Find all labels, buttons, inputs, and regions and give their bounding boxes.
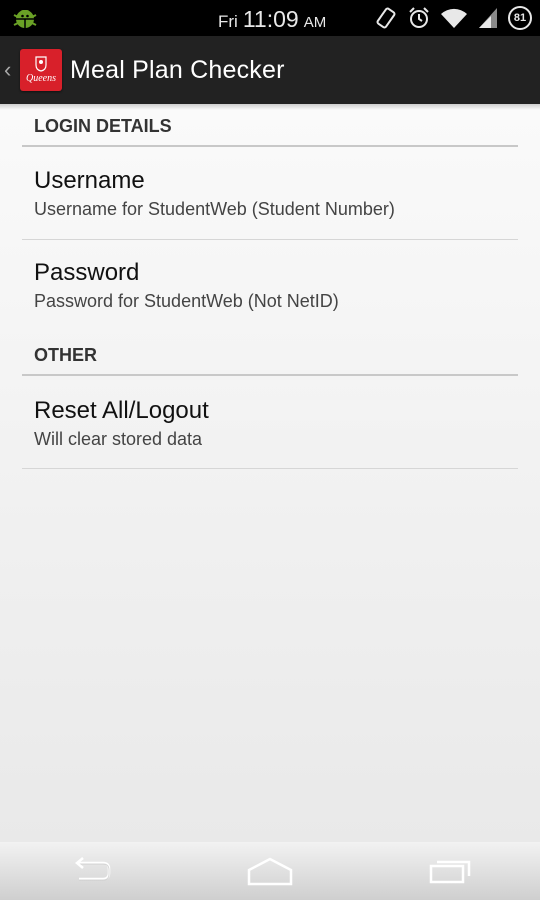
pref-password[interactable]: Password Password for StudentWeb (Not Ne… — [22, 259, 518, 312]
crest-icon — [35, 56, 47, 72]
app-logo[interactable]: Queens — [20, 49, 62, 91]
recents-icon[interactable] — [427, 856, 473, 886]
preferences-screen: LOGIN DETAILS Username Username for Stud… — [0, 104, 540, 842]
up-chevron-icon[interactable]: ‹ — [4, 57, 18, 83]
category-other: OTHER — [22, 345, 518, 366]
home-icon[interactable] — [246, 856, 294, 886]
status-bar: Fri 11:09 AM 81 — [0, 0, 540, 36]
alarm-icon — [409, 7, 429, 28]
rotation-lock-icon — [376, 7, 396, 29]
signal-icon — [479, 8, 497, 28]
back-icon[interactable] — [67, 856, 113, 886]
clock-ampm: AM — [303, 14, 327, 31]
category-title: LOGIN DETAILS — [34, 116, 172, 136]
pref-title: Username — [34, 167, 145, 194]
category-login-details: LOGIN DETAILS — [22, 116, 518, 137]
app-logo-text: Queens — [26, 73, 56, 84]
status-icons: 81 — [374, 5, 532, 31]
action-bar: ‹ Queens Meal Plan Checker — [0, 36, 540, 104]
pref-reset-logout[interactable]: Reset All/Logout Will clear stored data — [22, 397, 518, 450]
pref-summary: Username for StudentWeb (Student Number) — [34, 199, 395, 219]
navigation-bar — [0, 842, 540, 900]
app-title: Meal Plan Checker — [70, 55, 285, 84]
category-divider — [22, 374, 518, 376]
item-divider — [22, 239, 518, 240]
clock-day: Fri — [218, 12, 238, 31]
pref-title: Password — [34, 259, 140, 286]
clock: Fri 11:09 AM — [218, 6, 326, 32]
android-debug-icon — [13, 10, 37, 28]
pref-summary: Password for StudentWeb (Not NetID) — [34, 291, 339, 311]
pref-summary: Will clear stored data — [34, 429, 203, 449]
item-divider — [22, 468, 518, 469]
action-bar-shadow — [0, 104, 540, 110]
category-divider — [22, 145, 518, 147]
clock-time: 11:09 — [242, 6, 299, 32]
battery-icon: 81 — [508, 6, 532, 30]
wifi-icon — [441, 8, 467, 28]
pref-title: Reset All/Logout — [34, 397, 209, 424]
pref-username[interactable]: Username Username for StudentWeb (Studen… — [22, 167, 518, 220]
category-title: OTHER — [34, 345, 97, 365]
